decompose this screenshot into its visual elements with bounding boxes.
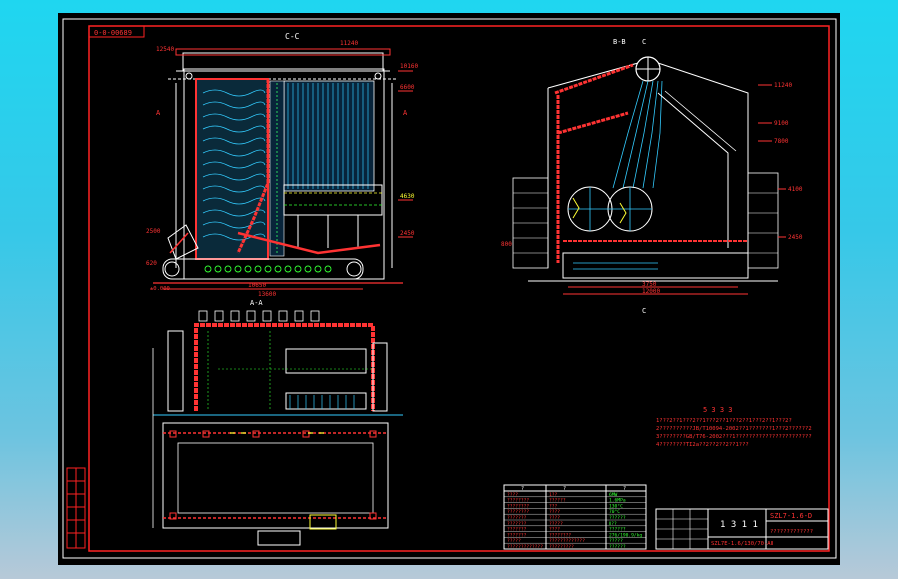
param-table-cell: 1.6MPa <box>609 498 626 504</box>
param-table-cell: ????? <box>609 538 623 544</box>
side-grate-base <box>562 252 749 279</box>
front-bottom-dim: 10650 <box>248 282 266 289</box>
technical-notes: 5 3 3 3 1???2??1???2??1???2??1???2??1???… <box>656 406 812 448</box>
param-table-cell: ???? <box>549 515 560 521</box>
note-line-4: 4????????TI2a??2??2??2??1??? <box>656 442 749 448</box>
side-elev-4: 4100 <box>788 186 803 193</box>
param-table-cell: ????? <box>507 538 521 544</box>
side-elev-5: 2450 <box>788 234 803 241</box>
front-section-mark-left: A <box>156 109 161 117</box>
front-chain-grate <box>162 258 364 280</box>
front-left-tube-bank <box>195 78 269 260</box>
param-table-cell: 276/190.9/kg <box>609 532 642 538</box>
front-left-elev-1: 2500 <box>146 228 161 235</box>
side-elev-3: 7800 <box>774 138 789 145</box>
front-left-elev-2: 620 <box>146 260 157 267</box>
drawing-number-tag: 0-0-00689 <box>94 29 132 37</box>
param-table-header: ? <box>521 486 524 492</box>
param-table-cell: 1?? <box>549 492 558 498</box>
param-table-cell: ?????? <box>549 498 566 504</box>
param-table-header: ? <box>563 486 566 492</box>
param-table-cell: Ⅱ?? <box>609 521 617 527</box>
front-view: C-C 12540 11240 A A 10160 6600 4630 2450… <box>146 32 418 307</box>
param-table-cell: ????????????? <box>507 544 543 550</box>
model-label: SZL7E-1.6/130/70-AⅡ <box>711 541 774 547</box>
param-table-cell: ?????? <box>609 544 626 550</box>
param-table-cell: ???? <box>549 509 560 515</box>
parameter-table: ??????? 1?? 6MW?????????????? 1.6MPa???????… <box>503 484 647 550</box>
front-section-mark-right: A <box>403 109 408 117</box>
param-table-cell: ???????? <box>549 532 571 538</box>
front-right-elev-4: 2450 <box>400 230 415 237</box>
drawing-no: SZL7-1.6-D <box>770 512 812 520</box>
front-right-elev-2: 6600 <box>400 84 415 91</box>
plan-view <box>152 310 403 546</box>
param-table-cell: ???????? <box>507 503 529 509</box>
param-table-cell: ????? <box>549 521 563 527</box>
title-block: 1 3 1 1 SZL7-1.6-D SZL7E-1.6/130/70-AⅡ ?… <box>655 508 829 550</box>
param-table-cell: ????????????? <box>549 538 585 544</box>
side-refractory-roof <box>554 63 634 263</box>
note-line-2: 2??????????JB/T10094-2002??1???????1???2… <box>656 426 812 432</box>
front-top-right-elev: 11240 <box>340 40 358 47</box>
plan-refractory-walls <box>194 323 375 411</box>
side-bottom-dim-2: 12000 <box>642 288 660 295</box>
param-table-cell: ???????? <box>507 498 529 504</box>
param-table-cell: ??????? <box>507 527 527 533</box>
front-view-label: A-A <box>250 299 263 307</box>
side-elev-2: 9100 <box>774 120 789 127</box>
front-right-elev-1: 10160 <box>400 63 418 70</box>
side-left-elev: 800 <box>501 241 512 248</box>
param-table-cell: 130°C <box>609 503 623 509</box>
title-sub-label: ????????????? <box>770 529 813 535</box>
side-section-label: B-B <box>613 38 626 46</box>
side-bottom-dim-1: 3750 <box>642 281 657 288</box>
param-table-cell: ????????? <box>549 544 574 550</box>
param-table-cell: 70°C <box>609 509 620 515</box>
front-zero-mark: ±0.000 <box>150 286 170 292</box>
param-table-cell: ???? <box>507 492 518 498</box>
param-table-header: ? <box>623 486 626 492</box>
side-elev-1: 11240 <box>774 82 792 89</box>
front-bottom-dim-total: 13600 <box>258 291 276 298</box>
param-table-cell: ???????? <box>507 509 529 515</box>
plan-base-frame <box>162 422 389 529</box>
param-table-cell: ?????? <box>609 527 626 533</box>
param-table-cell: ??????? <box>507 521 527 527</box>
param-table-cell: ?????? <box>609 515 626 521</box>
front-top-left-elev: 12540 <box>156 46 174 53</box>
side-top-mark: C <box>642 38 646 46</box>
note-line-3: 3????????GB/T76-2002???1????????????????… <box>656 434 812 440</box>
front-section-label: C-C <box>285 32 300 41</box>
param-table-cell: ??????? <box>507 515 527 521</box>
param-table-cell: ??????? <box>507 532 527 538</box>
title-text: 1 3 1 1 <box>720 520 758 530</box>
front-right-tube-bank <box>283 80 375 192</box>
notes-heading: 5 3 3 3 <box>703 406 733 414</box>
front-right-elev-3: 4630 <box>400 193 415 200</box>
param-table-cell: ??? <box>549 503 558 509</box>
note-line-1: 1???2??1???2??1???2??1???2??1???2??1???2… <box>656 418 792 424</box>
boiler-drawing-canvas: 0-0-00689 C-C 12540 11240 A A 10160 6600… <box>62 18 837 559</box>
side-bottom-mark: C <box>642 307 646 315</box>
cad-viewport[interactable]: 0-0-00689 C-C 12540 11240 A A 10160 6600… <box>58 13 840 565</box>
param-table-cell: 6MW <box>609 492 618 498</box>
param-table-cell: ???? <box>549 527 560 533</box>
side-view: B-B C C 11240 9100 7800 4100 2450 800 37… <box>501 38 803 315</box>
